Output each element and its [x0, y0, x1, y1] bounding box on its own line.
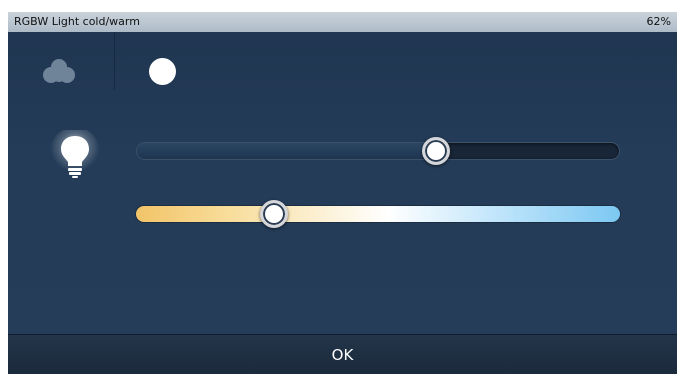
- dialog-title: RGBW Light cold/warm: [14, 15, 140, 28]
- light-dialog: RGBW Light cold/warm 62% OK: [8, 12, 677, 374]
- brightness-slider-thumb[interactable]: [421, 137, 450, 165]
- color-temperature-slider-thumb[interactable]: [259, 200, 288, 228]
- percentage-readout: 62%: [646, 15, 671, 28]
- white-mode-button[interactable]: [149, 58, 176, 85]
- color-mode-button[interactable]: [42, 58, 76, 84]
- cloud-icon: [43, 59, 75, 83]
- brightness-slider-fill: [137, 143, 436, 159]
- mode-divider: [114, 32, 115, 90]
- ok-button[interactable]: OK: [8, 335, 677, 374]
- dialog-footer: OK: [8, 334, 677, 374]
- color-temperature-slider[interactable]: [136, 200, 620, 228]
- brightness-bulb: [50, 127, 100, 182]
- lightbulb-icon: [50, 127, 100, 178]
- title-bar: RGBW Light cold/warm 62%: [8, 12, 677, 32]
- brightness-slider[interactable]: [136, 137, 620, 165]
